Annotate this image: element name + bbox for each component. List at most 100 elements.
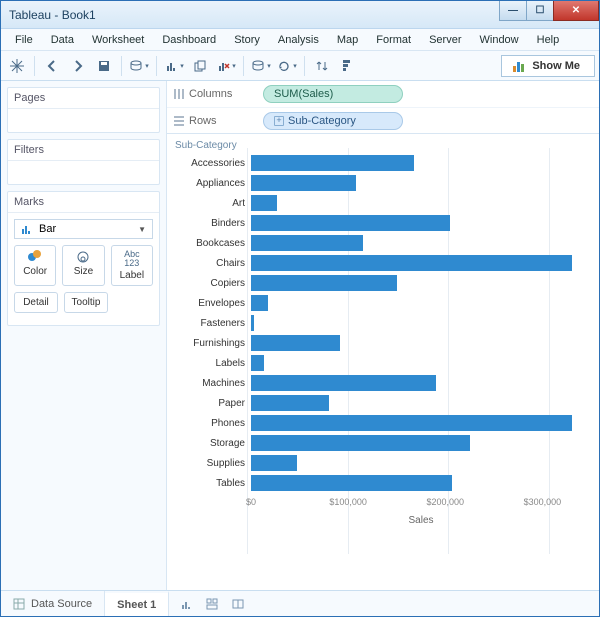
menu-window[interactable]: Window: [472, 32, 527, 48]
data-source-tab[interactable]: Data Source: [1, 591, 105, 616]
filters-title: Filters: [8, 140, 159, 160]
bar[interactable]: [251, 315, 254, 331]
menu-help[interactable]: Help: [529, 32, 568, 48]
category-label: Paper: [171, 398, 251, 409]
category-label: Fasteners: [171, 318, 251, 329]
size-icon: [76, 250, 90, 264]
bar[interactable]: [251, 155, 414, 171]
bar[interactable]: [251, 375, 436, 391]
chart-area[interactable]: Sub-Category AccessoriesAppliancesArtBin…: [167, 134, 599, 590]
x-axis-label: Sales: [251, 515, 591, 533]
rows-pill[interactable]: + Sub-Category: [263, 112, 403, 130]
category-label: Bookcases: [171, 238, 251, 249]
menu-format[interactable]: Format: [368, 32, 419, 48]
rows-icon: [173, 115, 185, 127]
size-card[interactable]: Size: [62, 245, 104, 286]
detail-card[interactable]: Detail: [14, 292, 58, 313]
bar[interactable]: [251, 415, 572, 431]
menu-story[interactable]: Story: [226, 32, 268, 48]
columns-pill[interactable]: SUM(Sales): [263, 85, 403, 103]
sheet-tab[interactable]: Sheet 1: [105, 591, 169, 616]
category-label: Accessories: [171, 158, 251, 169]
refresh-button[interactable]: [275, 54, 299, 78]
menu-analysis[interactable]: Analysis: [270, 32, 327, 48]
marks-panel: Marks Bar ▼: [7, 191, 160, 326]
swap-button[interactable]: [310, 54, 334, 78]
menu-dashboard[interactable]: Dashboard: [154, 32, 224, 48]
category-label: Appliances: [171, 178, 251, 189]
bar-mark-icon: [21, 223, 33, 235]
category-label: Machines: [171, 378, 251, 389]
axis-tick: $200,000: [427, 497, 465, 507]
rows-label: Rows: [189, 115, 217, 127]
sidebar: Pages Filters Marks Bar ▼: [1, 81, 167, 590]
bar-chart: AccessoriesAppliancesArtBindersBookcases…: [171, 153, 591, 533]
datasource-icon: [13, 598, 25, 610]
tableau-logo-icon[interactable]: [5, 54, 29, 78]
bar[interactable]: [251, 455, 297, 471]
pages-shelf[interactable]: [8, 108, 159, 132]
axis-tick: $0: [246, 497, 256, 507]
pages-panel: Pages: [7, 87, 160, 133]
category-label: Labels: [171, 358, 251, 369]
menu-file[interactable]: File: [7, 32, 41, 48]
bar[interactable]: [251, 215, 450, 231]
bottombar: Data Source Sheet 1: [1, 590, 599, 616]
close-button[interactable]: ✕: [553, 1, 599, 21]
bar[interactable]: [251, 255, 572, 271]
back-button[interactable]: [40, 54, 64, 78]
category-label: Envelopes: [171, 298, 251, 309]
bar-chart-icon: [512, 60, 526, 72]
tooltip-card[interactable]: Tooltip: [64, 292, 108, 313]
axis-tick: $100,000: [329, 497, 367, 507]
color-card[interactable]: Color: [14, 245, 56, 286]
forward-button[interactable]: [66, 54, 90, 78]
marks-title: Marks: [8, 192, 159, 212]
bar[interactable]: [251, 275, 397, 291]
category-label: Storage: [171, 438, 251, 449]
category-label: Furnishings: [171, 338, 251, 349]
app-window: Tableau - Book1 — ☐ ✕ FileDataWorksheetD…: [0, 0, 600, 617]
menu-server[interactable]: Server: [421, 32, 469, 48]
bar[interactable]: [251, 175, 356, 191]
label-card[interactable]: Abc123 Label: [111, 245, 153, 286]
bar[interactable]: [251, 395, 329, 411]
mark-type-dropdown[interactable]: Bar ▼: [14, 219, 153, 239]
bar[interactable]: [251, 475, 452, 491]
shelves: Columns SUM(Sales) Rows + Sub-Category: [167, 81, 599, 134]
pages-title: Pages: [8, 88, 159, 108]
new-story-icon[interactable]: [231, 597, 245, 611]
data-source-button[interactable]: [127, 54, 151, 78]
new-dashboard-icon[interactable]: [205, 597, 219, 611]
bar[interactable]: [251, 355, 264, 371]
show-me-button[interactable]: Show Me: [501, 55, 595, 77]
filters-panel: Filters: [7, 139, 160, 185]
bar[interactable]: [251, 295, 268, 311]
minimize-button[interactable]: —: [499, 1, 527, 21]
menu-map[interactable]: Map: [329, 32, 366, 48]
bar[interactable]: [251, 435, 470, 451]
new-worksheet-button[interactable]: [162, 54, 186, 78]
rows-shelf[interactable]: Rows + Sub-Category: [167, 107, 599, 133]
columns-label: Columns: [189, 88, 232, 100]
category-label: Art: [171, 198, 251, 209]
bar[interactable]: [251, 335, 340, 351]
menu-worksheet[interactable]: Worksheet: [84, 32, 152, 48]
save-button[interactable]: [92, 54, 116, 78]
clear-sheet-button[interactable]: [214, 54, 238, 78]
bar[interactable]: [251, 195, 277, 211]
connect-button[interactable]: [249, 54, 273, 78]
category-label: Phones: [171, 418, 251, 429]
menubar: FileDataWorksheetDashboardStoryAnalysisM…: [1, 29, 599, 51]
maximize-button[interactable]: ☐: [526, 1, 554, 21]
content-area: Pages Filters Marks Bar ▼: [1, 81, 599, 590]
columns-shelf[interactable]: Columns SUM(Sales): [167, 81, 599, 107]
sort-asc-button[interactable]: [336, 54, 360, 78]
duplicate-sheet-button[interactable]: [188, 54, 212, 78]
menu-data[interactable]: Data: [43, 32, 82, 48]
filters-shelf[interactable]: [8, 160, 159, 184]
titlebar: Tableau - Book1 — ☐ ✕: [1, 1, 599, 29]
bar[interactable]: [251, 235, 363, 251]
new-worksheet-icon[interactable]: [179, 597, 193, 611]
expand-icon[interactable]: +: [274, 116, 284, 126]
